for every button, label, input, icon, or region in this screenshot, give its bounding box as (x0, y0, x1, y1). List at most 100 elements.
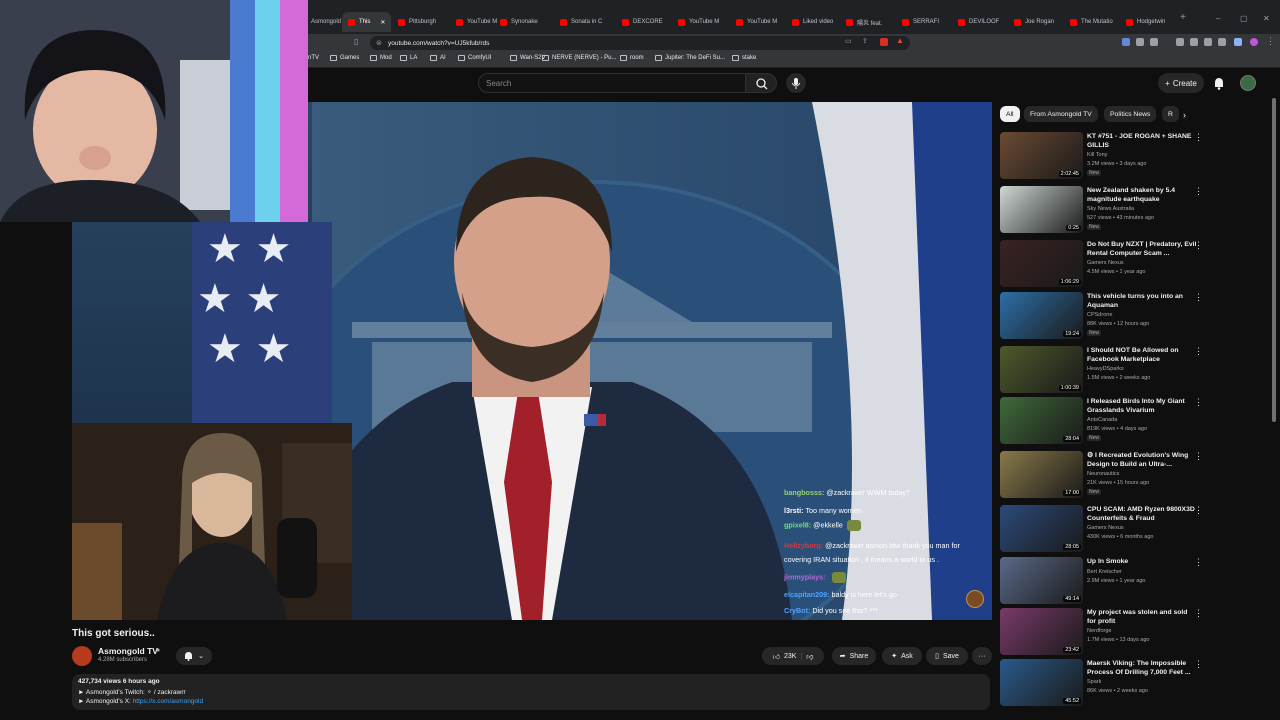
bookmark-item[interactable]: nTV (308, 55, 319, 61)
maximize-button[interactable]: ▢ (1240, 14, 1248, 23)
extension-icon[interactable] (1190, 38, 1198, 46)
install-icon[interactable]: ▭ (845, 37, 852, 45)
recommended-video[interactable]: 19:24 This vehicle turns you into an Aqua… (1000, 292, 1203, 344)
recommended-video[interactable]: 45:52 Maersk Viking: The Impossible Proce… (1000, 659, 1203, 711)
share-button[interactable]: ➦ Share (832, 647, 876, 665)
video-thumbnail[interactable]: 45:52 (1000, 659, 1083, 706)
video-channel[interactable]: Sky News Australia (1087, 206, 1134, 212)
share-icon[interactable]: ⇪ (862, 37, 868, 45)
extension-icon[interactable] (1218, 38, 1226, 46)
close-tab-icon[interactable]: ✕ (380, 19, 385, 26)
video-title[interactable]: I Released Birds Into My Giant Grassland… (1087, 397, 1197, 415)
extension-icon[interactable] (1136, 38, 1144, 46)
voice-search-button[interactable] (786, 73, 806, 93)
more-actions-button[interactable]: ··· (972, 647, 992, 665)
more-options-icon[interactable]: ⋮ (1194, 240, 1203, 251)
video-title[interactable]: New Zealand shaken by 5.4 magnitude eart… (1087, 186, 1197, 204)
recommended-video[interactable]: 1:06:29 Do Not Buy NZXT | Predatory, Evil… (1000, 240, 1203, 292)
browser-tab[interactable]: Sonata in C (560, 14, 602, 30)
video-title[interactable]: KT #751 - JOE ROGAN + SHANE GILLIS (1087, 132, 1197, 150)
bookmark-item[interactable]: Mod (370, 55, 392, 61)
browser-tab[interactable]: Synonake (500, 14, 538, 30)
extension-icon[interactable] (1150, 38, 1158, 46)
browser-tab[interactable]: Liked video (792, 14, 833, 30)
browser-tab[interactable]: This ✕ (342, 12, 392, 32)
video-channel[interactable]: HeavyDSparks (1087, 366, 1124, 372)
video-channel[interactable]: Gamers Nexus (1087, 260, 1124, 266)
video-thumbnail[interactable]: 1:06:29 (1000, 240, 1083, 287)
recommended-video[interactable]: 17:00 ⚙ I Recreated Evolution's Wing Desi… (1000, 451, 1203, 503)
bookmark-item[interactable]: AI (430, 55, 446, 61)
bookmark-icon[interactable]: ▯ (354, 37, 358, 46)
recommended-video[interactable]: 28:05 CPU SCAM: AMD Ryzen 9800X3D Counter… (1000, 505, 1203, 557)
more-options-icon[interactable]: ⋮ (1194, 397, 1203, 408)
video-title[interactable]: Maersk Viking: The Impossible Process Of… (1087, 659, 1197, 677)
more-options-icon[interactable]: ⋮ (1194, 608, 1203, 619)
adblock-icon[interactable] (880, 38, 888, 46)
video-channel[interactable]: Bert Kreischer (1087, 569, 1122, 575)
url-field[interactable]: ⊜ youtube.com/watch?v=UJ5kfub/rds (370, 36, 910, 50)
filter-chip[interactable]: R (1162, 106, 1179, 122)
extension-icon[interactable] (1122, 38, 1130, 46)
extension-icon[interactable] (1176, 38, 1184, 46)
subscription-bell-button[interactable]: ⌄ (176, 647, 212, 665)
video-title[interactable]: This vehicle turns you into an Aquaman (1087, 292, 1197, 310)
more-options-icon[interactable]: ⋮ (1194, 186, 1203, 197)
recommended-video[interactable]: 28:04 I Released Birds Into My Giant Gras… (1000, 397, 1203, 449)
desc-x-link[interactable]: https://x.com/asmongold (133, 698, 203, 705)
video-thumbnail[interactable]: 28:04 (1000, 397, 1083, 444)
video-thumbnail[interactable]: 23:42 (1000, 608, 1083, 655)
ask-button[interactable]: ✦ Ask (882, 647, 922, 665)
new-tab-button[interactable]: + (1180, 12, 1186, 23)
video-channel[interactable]: Neuronautics (1087, 471, 1119, 477)
video-title[interactable]: Do Not Buy NZXT | Predatory, Evil Rental… (1087, 240, 1197, 258)
search-button[interactable] (745, 73, 777, 93)
filter-chip[interactable]: Politics News (1104, 106, 1157, 122)
video-channel[interactable]: Kill Tony (1087, 152, 1107, 158)
menu-icon[interactable]: ⋮ (1266, 36, 1275, 47)
more-options-icon[interactable]: ⋮ (1194, 659, 1203, 670)
more-options-icon[interactable]: ⋮ (1194, 557, 1203, 568)
video-thumbnail[interactable]: 19:24 (1000, 292, 1083, 339)
video-channel[interactable]: AntsCanada (1087, 417, 1117, 423)
more-options-icon[interactable]: ⋮ (1194, 451, 1203, 462)
recommended-video[interactable]: 2:02:45 KT #751 - JOE ROGAN + SHANE GILLI… (1000, 132, 1203, 184)
bookmark-item[interactable]: Jupiter: The DeFi Su... (655, 55, 725, 61)
more-options-icon[interactable]: ⋮ (1194, 346, 1203, 357)
bookmark-item[interactable]: NERVE (NERVE) - Pu... (542, 55, 616, 61)
profile-icon[interactable] (1250, 38, 1258, 46)
like-dislike-button[interactable]: 👍︎ 23K | 👎︎ (762, 647, 824, 665)
chip-next-icon[interactable]: › (1183, 110, 1186, 120)
more-options-icon[interactable]: ⋮ (1194, 132, 1203, 143)
browser-tab[interactable]: Hodgetwin (1126, 14, 1165, 30)
browser-tab[interactable]: YouTube M (678, 14, 719, 30)
bookmark-item[interactable]: room (620, 55, 644, 61)
more-options-icon[interactable]: ⋮ (1194, 505, 1203, 516)
video-title[interactable]: My project was stolen and sold for profi… (1087, 608, 1197, 626)
bookmark-item[interactable]: Games (330, 55, 359, 61)
browser-tab[interactable]: 陽炎 feat. (846, 14, 882, 30)
video-thumbnail[interactable]: 1:00:39 (1000, 346, 1083, 393)
video-channel[interactable]: Nerdforge (1087, 628, 1111, 634)
video-thumbnail[interactable]: 49:14 (1000, 557, 1083, 604)
filter-chip[interactable]: All (1000, 106, 1020, 122)
video-channel[interactable]: Spark (1087, 679, 1101, 685)
desc-twitch-link[interactable]: ⚬ / zackrawrr (147, 689, 186, 696)
video-channel[interactable]: Gamers Nexus (1087, 525, 1124, 531)
search-input[interactable]: Search (478, 73, 746, 93)
browser-tab[interactable]: YouTube M (456, 14, 497, 30)
channel-avatar[interactable] (72, 646, 92, 666)
video-title[interactable]: I Should NOT Be Allowed on Facebook Mark… (1087, 346, 1197, 364)
description-box[interactable]: 427,734 views 6 hours ago ► Asmongold's … (72, 674, 990, 710)
browser-tab[interactable]: YouTube M (736, 14, 777, 30)
recommended-video[interactable]: 49:14 Up In Smoke Bert Kreischer 2.9M views… (1000, 557, 1203, 609)
browser-tab[interactable]: DEXCORE (622, 14, 663, 30)
close-window-button[interactable]: ✕ (1263, 14, 1270, 23)
video-title[interactable]: CPU SCAM: AMD Ryzen 9800X3D Counterfeits… (1087, 505, 1197, 523)
scrollbar[interactable] (1272, 98, 1276, 422)
extension-icon[interactable] (1204, 38, 1212, 46)
create-button[interactable]: + Create (1158, 73, 1204, 93)
browser-tab[interactable]: Joe Rogan (1014, 14, 1054, 30)
video-channel[interactable]: CPSdrone (1087, 312, 1112, 318)
browser-tab[interactable]: The Mutatio (1070, 14, 1113, 30)
